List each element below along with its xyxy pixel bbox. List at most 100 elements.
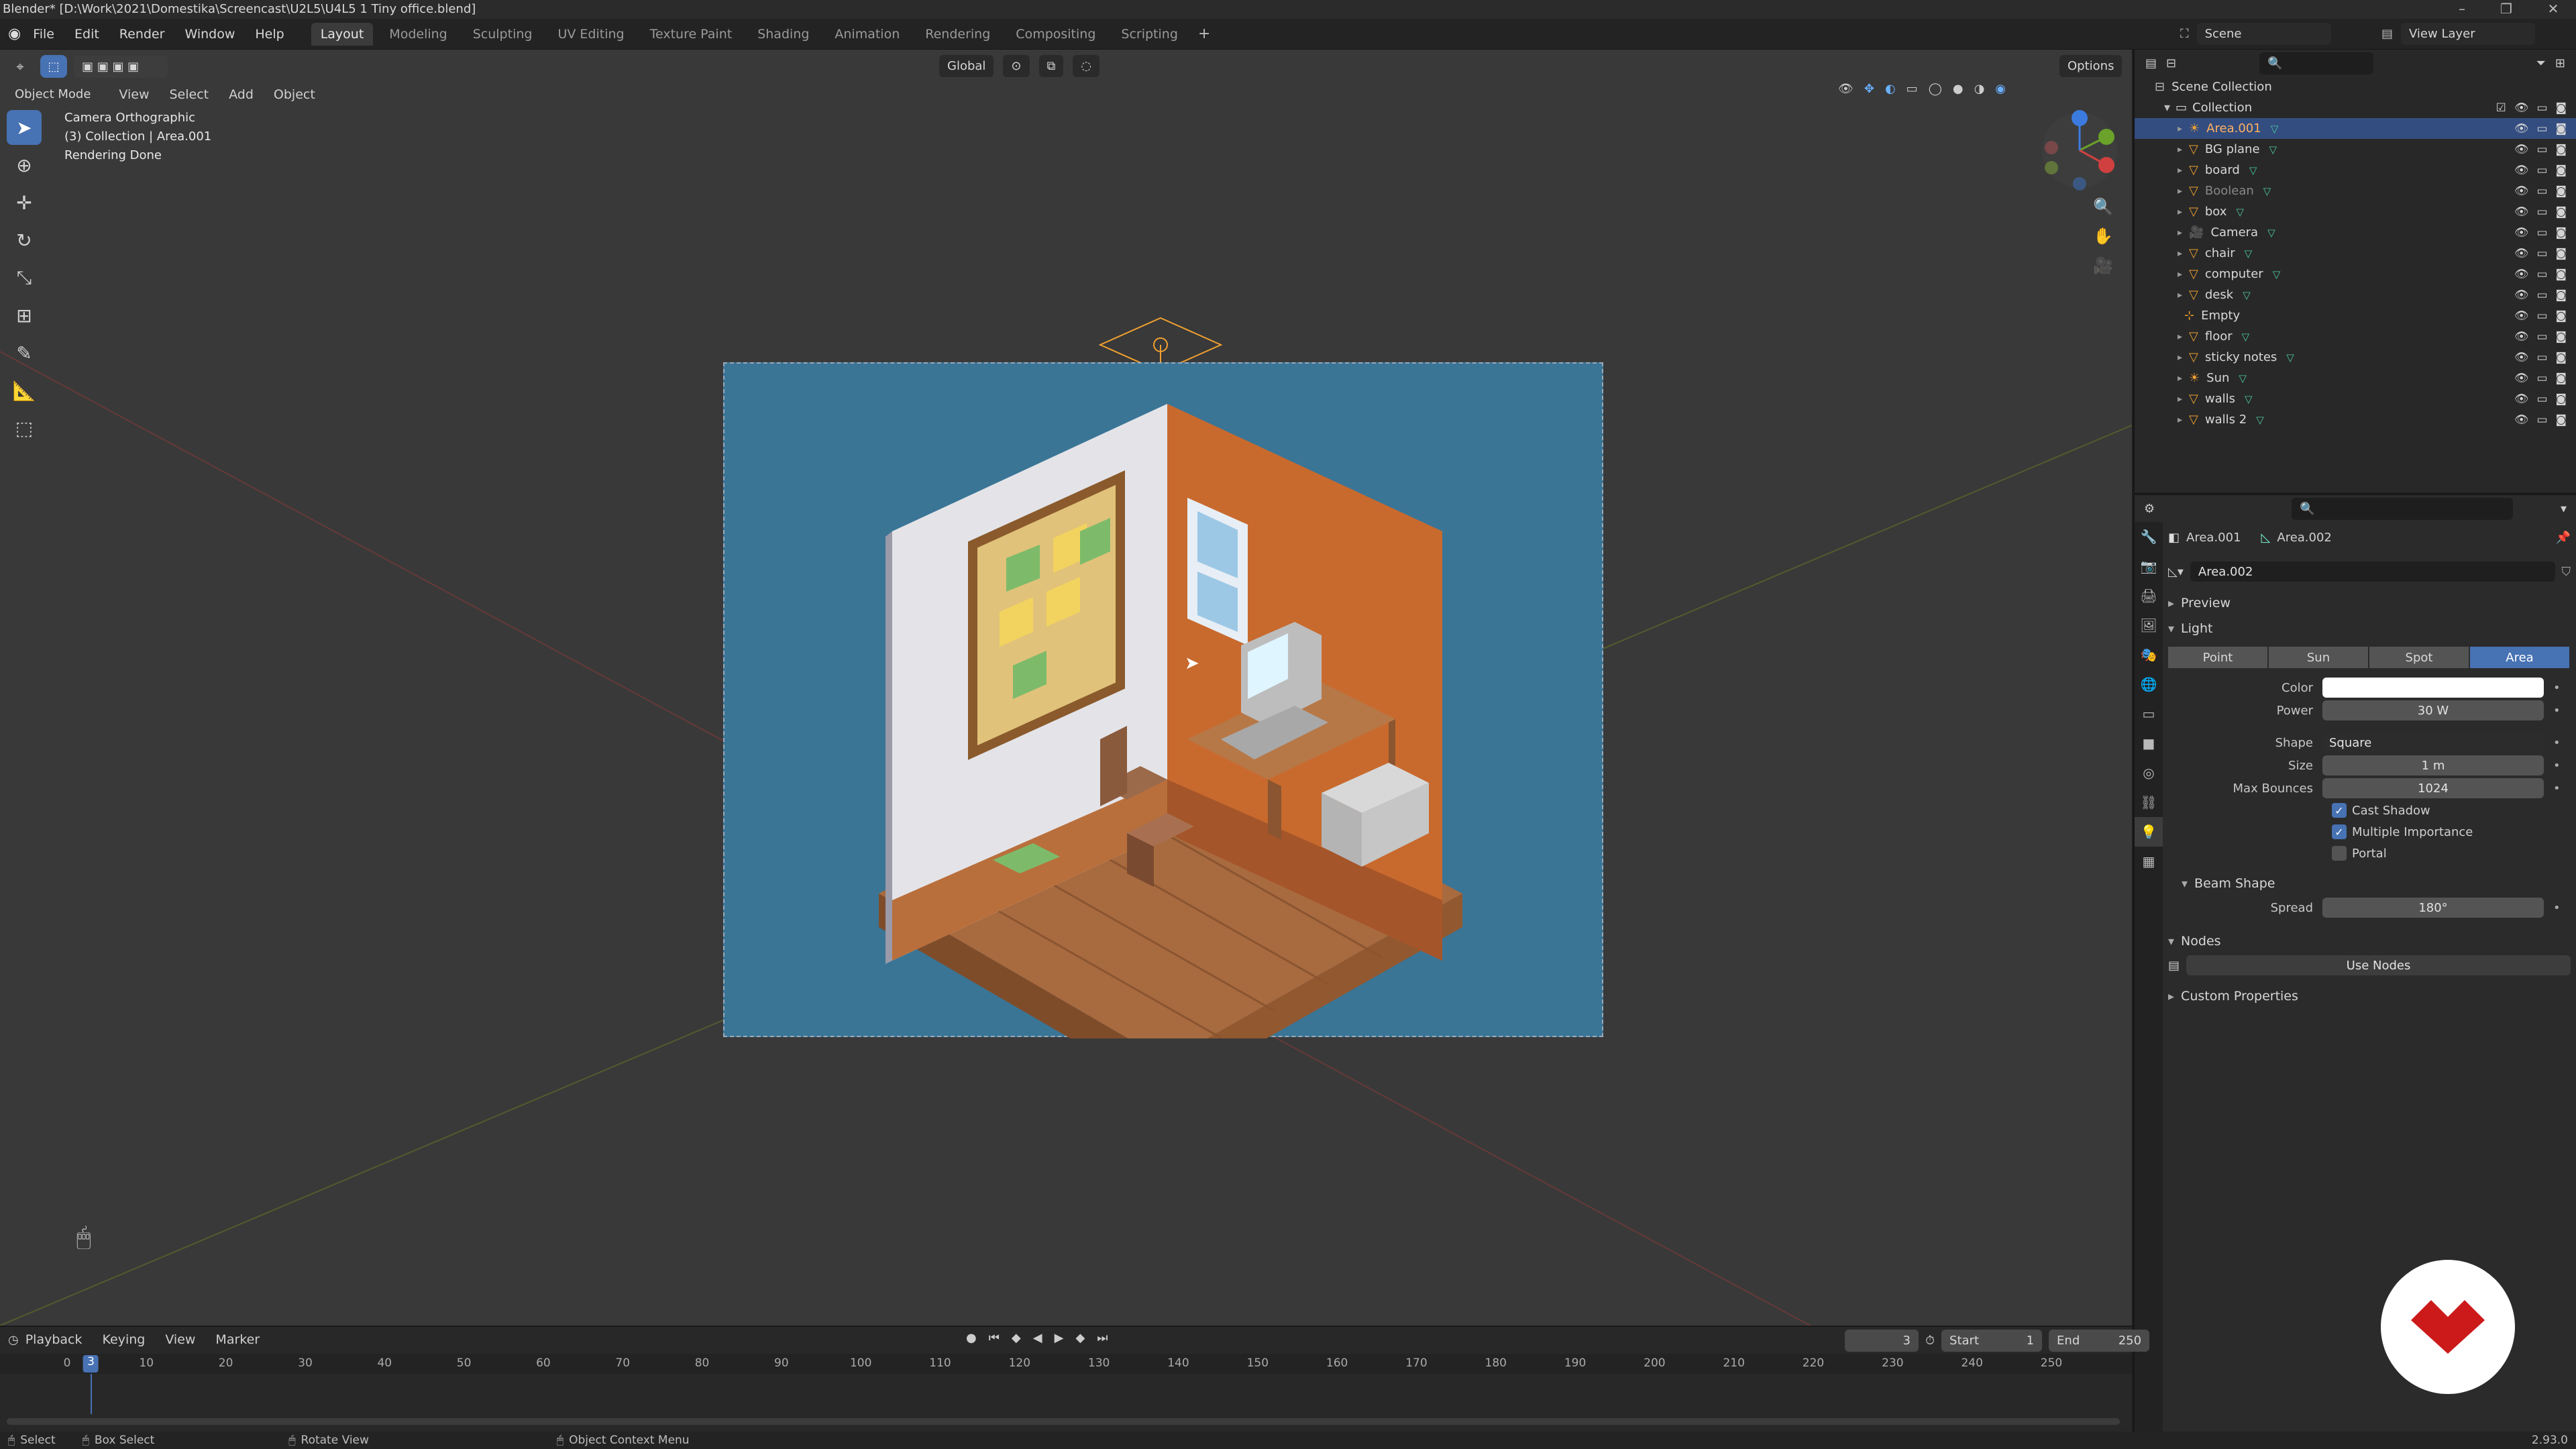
- expand-arrow-icon[interactable]: ▸: [2178, 227, 2182, 238]
- scene-selector[interactable]: ⛶ Scene: [2180, 23, 2331, 45]
- camera-icon[interactable]: ◙: [2556, 184, 2567, 198]
- eye-icon[interactable]: 👁: [2514, 351, 2529, 364]
- collection-tab-icon[interactable]: ▭: [2135, 699, 2163, 729]
- new-collection-icon[interactable]: ⊞: [2555, 56, 2565, 70]
- datablock-name-input[interactable]: Area.002: [2190, 561, 2555, 582]
- timeline-editor-icon[interactable]: ◷: [8, 1333, 19, 1347]
- expand-arrow-icon[interactable]: ▸: [2178, 248, 2182, 259]
- expand-arrow-icon[interactable]: ▸: [2178, 144, 2182, 155]
- select-tool-icon[interactable]: ➤: [7, 110, 42, 145]
- eye-icon[interactable]: 👁: [2514, 372, 2529, 385]
- expand-arrow-icon[interactable]: ▸: [2178, 331, 2182, 342]
- max-bounces-field[interactable]: 1024: [2322, 778, 2544, 798]
- power-field[interactable]: 30 W: [2322, 700, 2544, 720]
- eye-icon[interactable]: 👁: [2514, 309, 2529, 323]
- camera-icon[interactable]: ◙: [2556, 122, 2567, 136]
- monitor-icon[interactable]: ▭: [2536, 164, 2547, 177]
- output-tab-icon[interactable]: 🖨: [2135, 581, 2163, 610]
- monitor-icon[interactable]: ▭: [2536, 226, 2547, 239]
- transform-tool-icon[interactable]: ⊞: [7, 298, 42, 333]
- properties-editor-icon[interactable]: ⚙: [2144, 502, 2155, 516]
- pin-icon[interactable]: 📌: [2556, 531, 2571, 545]
- physics-tab-icon[interactable]: ◎: [2135, 758, 2163, 788]
- eye-icon[interactable]: 👁: [2514, 226, 2529, 239]
- monitor-icon[interactable]: ▭: [2536, 351, 2547, 364]
- portal-checkbox[interactable]: [2332, 846, 2347, 861]
- outliner-item-bg-plane[interactable]: ▸ ▽ BG plane ▽ 👁 ▭ ◙: [2135, 139, 2576, 160]
- monitor-icon[interactable]: ▭: [2536, 268, 2547, 281]
- next-keyframe-icon[interactable]: ◆: [1075, 1331, 1085, 1345]
- tab-layout[interactable]: Layout: [311, 22, 374, 46]
- current-frame-field[interactable]: 3: [1845, 1330, 1919, 1352]
- menu-edit[interactable]: Edit: [74, 27, 99, 42]
- outliner-item-sticky-notes[interactable]: ▸ ▽ sticky notes ▽ 👁 ▭ ◙: [2135, 347, 2576, 368]
- render-tab-icon[interactable]: 📷: [2135, 551, 2163, 581]
- camera-icon[interactable]: ◙: [2556, 309, 2567, 323]
- shape-dropdown[interactable]: Square: [2322, 733, 2544, 753]
- size-field[interactable]: 1 m: [2322, 755, 2544, 775]
- navigation-gizmo[interactable]: [2039, 110, 2120, 191]
- eye-icon[interactable]: 👁: [2514, 205, 2529, 219]
- scene-tab-icon[interactable]: 🎭: [2135, 640, 2163, 669]
- monitor-icon[interactable]: ▭: [2536, 143, 2547, 156]
- monitor-icon[interactable]: ▭: [2536, 372, 2547, 385]
- keyframe-dot-icon[interactable]: •: [2553, 704, 2561, 718]
- timeline-scrollbar[interactable]: [7, 1418, 2120, 1425]
- outliner-item-box[interactable]: ▸ ▽ box ▽ 👁 ▭ ◙: [2135, 201, 2576, 222]
- filter-icon[interactable]: ⏷: [2536, 56, 2546, 70]
- collapse-arrow-icon[interactable]: ▾: [2164, 101, 2170, 115]
- checkbox-icon[interactable]: ☑: [2496, 101, 2506, 115]
- end-frame-field[interactable]: End 250: [2049, 1330, 2150, 1352]
- beam-shape-header[interactable]: ▾ Beam Shape: [2168, 871, 2571, 896]
- restore-icon[interactable]: ❐: [2486, 0, 2526, 19]
- light-type-area[interactable]: Area: [2470, 647, 2569, 668]
- jump-end-icon[interactable]: ⏭: [1097, 1331, 1108, 1345]
- eye-icon[interactable]: 👁: [2514, 413, 2529, 427]
- outliner-item-sun[interactable]: ▸ ☀ Sun ▽ 👁 ▭ ◙: [2135, 368, 2576, 388]
- light-type-sun[interactable]: Sun: [2269, 647, 2368, 668]
- monitor-icon[interactable]: ▭: [2536, 101, 2547, 115]
- monitor-icon[interactable]: ▭: [2536, 122, 2547, 136]
- properties-search-input[interactable]: 🔍: [2292, 497, 2514, 520]
- camera-icon[interactable]: ◙: [2556, 330, 2567, 343]
- keyframe-dot-icon[interactable]: •: [2553, 901, 2561, 915]
- play-reverse-icon[interactable]: ◀: [1033, 1331, 1042, 1345]
- outliner-item-computer[interactable]: ▸ ▽ computer ▽ 👁 ▭ ◙: [2135, 264, 2576, 284]
- monitor-icon[interactable]: ▭: [2536, 247, 2547, 260]
- menu-window[interactable]: Window: [184, 27, 235, 42]
- tab-modeling[interactable]: Modeling: [380, 23, 456, 46]
- world-tab-icon[interactable]: 🌐: [2135, 669, 2163, 699]
- camera-icon[interactable]: ◙: [2556, 101, 2567, 115]
- tab-compositing[interactable]: Compositing: [1006, 23, 1105, 46]
- datablock-browse-icon[interactable]: ◺▾: [2168, 565, 2184, 579]
- blender-logo-icon[interactable]: ◉: [8, 25, 21, 42]
- dropdown-arrow-icon[interactable]: ▾: [2561, 502, 2567, 516]
- scene-field[interactable]: Scene: [2196, 23, 2331, 45]
- eye-icon[interactable]: 👁: [2514, 330, 2529, 343]
- camera-icon[interactable]: ◙: [2556, 413, 2567, 427]
- record-icon[interactable]: ●: [966, 1331, 977, 1345]
- outliner-item-walls[interactable]: ▸ ▽ walls ▽ 👁 ▭ ◙: [2135, 388, 2576, 409]
- collection-row[interactable]: ▾ ▭ Collection ☑ 👁 ▭ ◙: [2135, 97, 2576, 118]
- cursor-tool-icon[interactable]: ⊕: [7, 148, 42, 182]
- timeline-menu-keying[interactable]: Keying: [103, 1332, 146, 1347]
- monitor-icon[interactable]: ▭: [2536, 184, 2547, 198]
- expand-arrow-icon[interactable]: ▸: [2178, 165, 2182, 176]
- expand-arrow-icon[interactable]: ▸: [2178, 186, 2182, 197]
- move-tool-icon[interactable]: ✛: [7, 185, 42, 220]
- add-workspace-icon[interactable]: +: [1198, 25, 1210, 42]
- monitor-icon[interactable]: ▭: [2536, 392, 2547, 406]
- expand-arrow-icon[interactable]: ▸: [2178, 394, 2182, 405]
- camera-icon[interactable]: ◙: [2556, 164, 2567, 177]
- prev-keyframe-icon[interactable]: ◆: [1012, 1331, 1021, 1345]
- object-tab-icon[interactable]: ■: [2135, 729, 2163, 758]
- view-layer-selector[interactable]: ▤ View Layer: [2381, 23, 2536, 45]
- zoom-icon[interactable]: 🔍: [2093, 197, 2113, 216]
- keyframe-dot-icon[interactable]: •: [2553, 759, 2561, 773]
- cast-shadow-checkbox[interactable]: ✓: [2332, 803, 2347, 818]
- light-panel-header[interactable]: ▾ Light: [2168, 616, 2571, 641]
- eye-icon[interactable]: 👁: [2514, 268, 2529, 281]
- outliner-editor-icon[interactable]: ▤: [2145, 56, 2157, 70]
- eye-icon[interactable]: 👁: [2514, 101, 2529, 115]
- light-type-spot[interactable]: Spot: [2369, 647, 2469, 668]
